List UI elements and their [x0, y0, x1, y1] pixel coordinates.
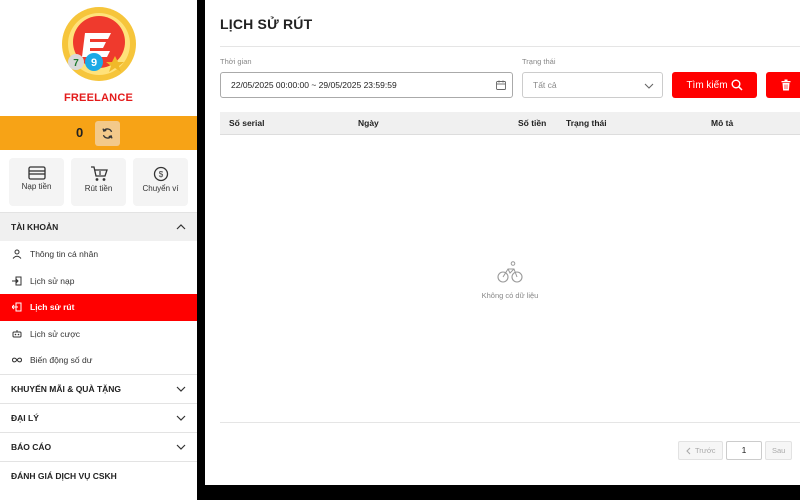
- prev-page-button[interactable]: Trước: [678, 441, 723, 460]
- search-icon: [731, 79, 743, 91]
- col-status: Trạng thái: [566, 118, 607, 128]
- date-range-input[interactable]: 22/05/2025 00:00:00 ~ 29/05/2025 23:59:5…: [220, 72, 513, 98]
- refresh-balance-button[interactable]: [95, 121, 120, 146]
- empty-state: Không có dữ liệu: [460, 260, 560, 300]
- next-page-button[interactable]: Sau: [765, 441, 793, 460]
- table-header: Số serial Ngày Số tiền Trạng thái Mô tả: [220, 112, 800, 135]
- deposit-label: Nạp tiền: [21, 182, 52, 191]
- main-panel: LỊCH SỬ RÚT Thời gian 22/05/2025 00:00:0…: [205, 0, 800, 485]
- calendar-icon: [496, 80, 506, 90]
- chevron-down-icon: [176, 386, 186, 392]
- bet-icon: [12, 329, 22, 338]
- sidebar-item-withdraw-history[interactable]: Lịch sử rút: [0, 294, 197, 321]
- sidebar: 7 9 FREELANCE 0 Nạp tiền Rút tiền $ Chuy…: [0, 0, 197, 500]
- section-agency[interactable]: ĐẠI LÝ: [0, 402, 197, 432]
- bicycle-icon: [497, 261, 523, 283]
- brand-name: FREELANCE: [63, 92, 134, 104]
- section-reports[interactable]: BÁO CÁO: [0, 431, 197, 461]
- chevron-up-icon: [176, 224, 186, 230]
- section-account-label: TÀI KHOẢN: [11, 222, 59, 232]
- sidebar-item-profile[interactable]: Thông tin cá nhân: [0, 241, 197, 268]
- col-serial: Số serial: [229, 118, 265, 128]
- balance-value: 0: [76, 125, 84, 140]
- trash-icon: [781, 79, 791, 91]
- sidebar-item-balance-changes[interactable]: Biến động số dư: [0, 347, 197, 374]
- sidebar-item-profile-label: Thông tin cá nhân: [30, 249, 99, 260]
- quick-actions: Nạp tiền Rút tiền $ Chuyển ví: [0, 150, 197, 212]
- user-icon: [12, 249, 22, 260]
- sidebar-item-withdraw-history-label: Lịch sử rút: [30, 302, 75, 313]
- sidebar-item-deposit-history-label: Lịch sử nạp: [30, 275, 75, 286]
- brand-logo: 7 9: [62, 7, 136, 81]
- deposit-button[interactable]: Nạp tiền: [9, 158, 64, 206]
- chevron-down-icon: [176, 415, 186, 421]
- refresh-icon: [102, 128, 113, 139]
- card-icon: [27, 166, 46, 180]
- svg-text:7: 7: [73, 58, 79, 69]
- transfer-wallet-button[interactable]: $ Chuyển ví: [133, 158, 188, 206]
- table-footer-divider: [220, 422, 800, 423]
- status-select[interactable]: Tất cả: [522, 72, 663, 98]
- cart-icon: [90, 166, 108, 181]
- search-button[interactable]: Tìm kiếm: [672, 72, 757, 98]
- delete-button[interactable]: [766, 72, 800, 98]
- section-reports-label: BÁO CÁO: [11, 441, 52, 452]
- col-description: Mô tả: [711, 118, 734, 128]
- section-cs-review[interactable]: ĐÁNH GIÁ DỊCH VỤ CSKH: [0, 460, 197, 490]
- transfer-wallet-label: Chuyển ví: [142, 184, 179, 193]
- sidebar-item-bet-history-label: Lịch sử cược: [30, 328, 81, 339]
- prev-page-label: Trước: [695, 446, 716, 455]
- svg-text:$: $: [158, 170, 163, 179]
- page-title: LỊCH SỬ RÚT: [220, 16, 313, 32]
- status-select-value: Tất cả: [533, 80, 557, 90]
- time-label: Thời gian: [220, 57, 252, 66]
- transfer-icon: $: [153, 166, 168, 182]
- withdraw-icon: [12, 302, 22, 312]
- section-promotions[interactable]: KHUYẾN MÃI & QUÀ TẶNG: [0, 373, 197, 403]
- date-range-value: 22/05/2025 00:00:00 ~ 29/05/2025 23:59:5…: [231, 80, 397, 90]
- sidebar-item-balance-changes-label: Biến động số dư: [30, 355, 93, 366]
- empty-text: Không có dữ liệu: [481, 291, 539, 300]
- section-account[interactable]: TÀI KHOẢN: [0, 212, 197, 241]
- infinity-icon: [12, 357, 22, 363]
- title-divider: [220, 46, 800, 47]
- chevron-down-icon: [644, 83, 654, 89]
- search-button-label: Tìm kiếm: [686, 79, 728, 91]
- withdraw-label: Rút tiền: [84, 184, 113, 193]
- next-page-label: Sau: [772, 446, 786, 455]
- sidebar-item-deposit-history[interactable]: Lịch sử nạp: [0, 268, 197, 295]
- col-amount: Số tiền: [518, 118, 547, 128]
- col-date: Ngày: [358, 118, 379, 128]
- section-agency-label: ĐẠI LÝ: [11, 412, 39, 423]
- chevron-down-icon: [176, 444, 186, 450]
- withdraw-button[interactable]: Rút tiền: [71, 158, 126, 206]
- sidebar-item-bet-history[interactable]: Lịch sử cược: [0, 321, 197, 348]
- chevron-left-icon: [686, 447, 691, 454]
- section-cs-review-label: ĐÁNH GIÁ DỊCH VỤ CSKH: [11, 470, 117, 481]
- svg-text:9: 9: [91, 57, 97, 69]
- balance-bar: 0: [0, 116, 197, 150]
- deposit-icon: [12, 276, 22, 286]
- status-label: Trạng thái: [522, 57, 556, 66]
- logo-area: 7 9 FREELANCE: [0, 0, 197, 116]
- page-number-input[interactable]: 1: [726, 441, 762, 460]
- section-promotions-label: KHUYẾN MÃI & QUÀ TẶNG: [11, 383, 122, 394]
